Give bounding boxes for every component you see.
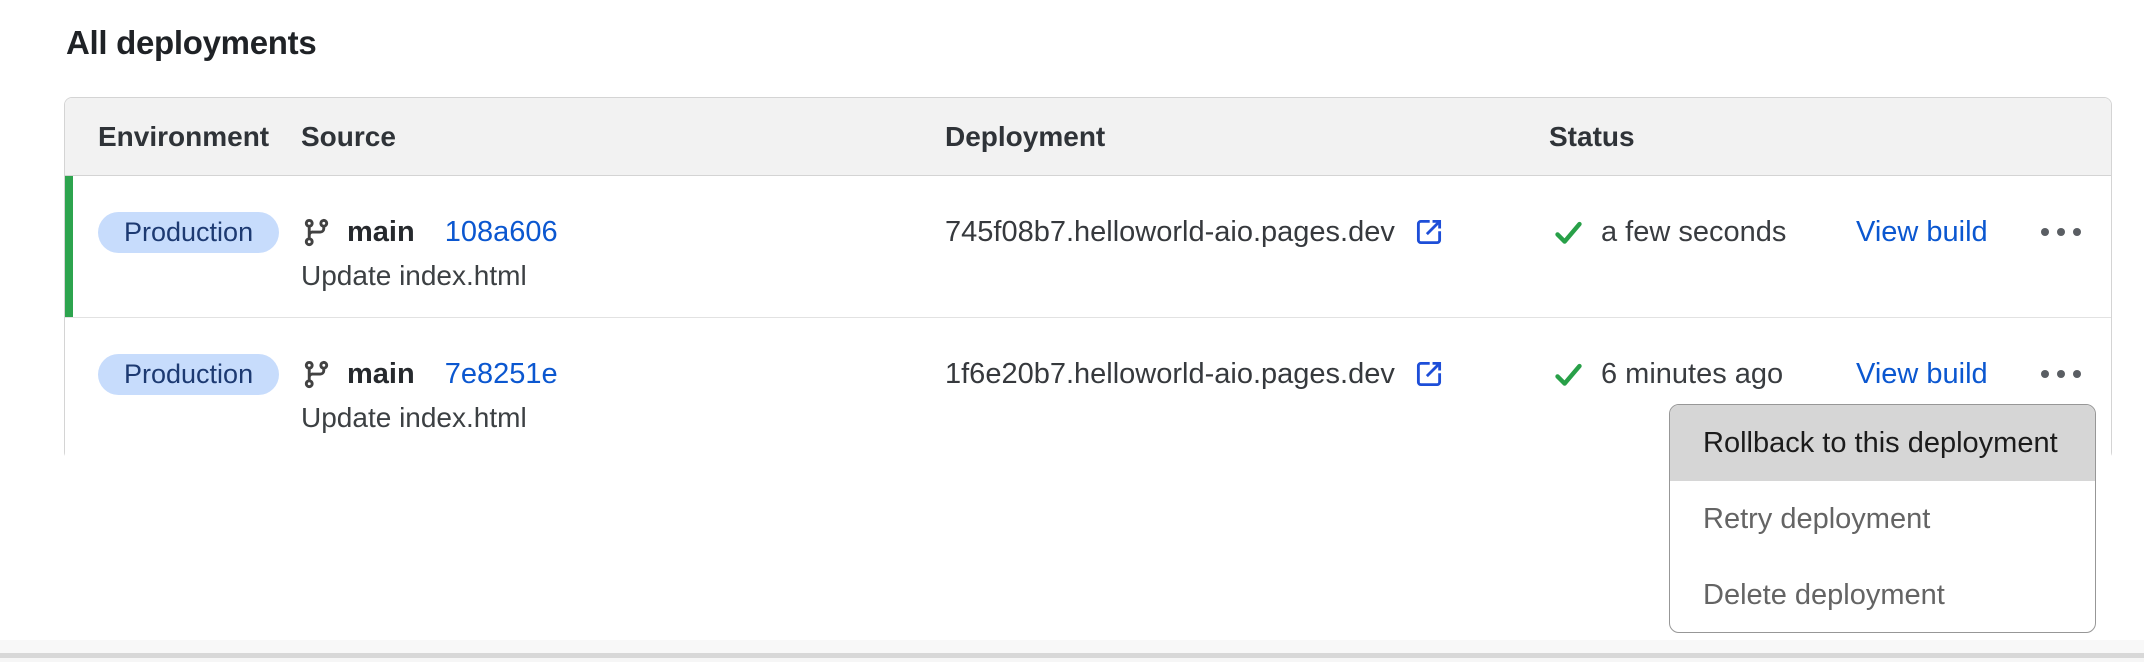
column-header-deployment: Deployment bbox=[945, 98, 1105, 176]
environment-badge: Production bbox=[98, 354, 279, 395]
menu-item-rollback[interactable]: Rollback to this deployment bbox=[1670, 405, 2095, 481]
view-build-link[interactable]: View build bbox=[1856, 358, 1988, 391]
page-bottom-band bbox=[0, 640, 2144, 653]
view-build-link[interactable]: View build bbox=[1856, 216, 1988, 249]
commit-message: Update index.html bbox=[301, 260, 527, 292]
branch-name: main bbox=[347, 216, 415, 249]
menu-item-delete[interactable]: Delete deployment bbox=[1670, 557, 2095, 633]
ellipsis-dot bbox=[2041, 370, 2049, 378]
menu-item-retry[interactable]: Retry deployment bbox=[1670, 481, 2095, 557]
ellipsis-dot bbox=[2057, 370, 2065, 378]
git-branch-icon bbox=[301, 217, 332, 248]
ellipsis-dot bbox=[2057, 228, 2065, 236]
page-title: All deployments bbox=[66, 24, 316, 62]
column-header-source: Source bbox=[301, 98, 396, 176]
commit-message: Update index.html bbox=[301, 402, 527, 434]
deployment-url: 1f6e20b7.helloworld-aio.pages.dev bbox=[945, 358, 1395, 391]
deployment-options-menu-button[interactable] bbox=[2027, 214, 2095, 250]
current-deployment-indicator bbox=[65, 176, 73, 317]
ellipsis-dot bbox=[2073, 370, 2081, 378]
deployment-row-1: Production main 108a606 Update index.htm… bbox=[65, 176, 2111, 318]
external-link-icon[interactable] bbox=[1412, 357, 1446, 391]
branch-name: main bbox=[347, 358, 415, 391]
column-header-status: Status bbox=[1549, 98, 1635, 176]
table-header-row: Environment Source Deployment Status bbox=[65, 98, 2111, 176]
deployment-options-menu-button[interactable] bbox=[2027, 356, 2095, 392]
commit-link[interactable]: 108a606 bbox=[445, 216, 558, 249]
deployments-page: All deployments Environment Source Deplo… bbox=[0, 0, 2144, 662]
ellipsis-dot bbox=[2041, 228, 2049, 236]
deployment-url: 745f08b7.helloworld-aio.pages.dev bbox=[945, 216, 1395, 249]
success-check-icon bbox=[1553, 359, 1584, 390]
status-time: 6 minutes ago bbox=[1601, 358, 1783, 391]
page-bottom-edge bbox=[0, 658, 2144, 662]
environment-badge: Production bbox=[98, 212, 279, 253]
deployment-options-menu: Rollback to this deployment Retry deploy… bbox=[1669, 404, 2096, 633]
column-header-environment: Environment bbox=[98, 98, 269, 176]
external-link-icon[interactable] bbox=[1412, 215, 1446, 249]
success-check-icon bbox=[1553, 217, 1584, 248]
git-branch-icon bbox=[301, 359, 332, 390]
status-time: a few seconds bbox=[1601, 216, 1786, 249]
ellipsis-dot bbox=[2073, 228, 2081, 236]
commit-link[interactable]: 7e8251e bbox=[445, 358, 558, 391]
